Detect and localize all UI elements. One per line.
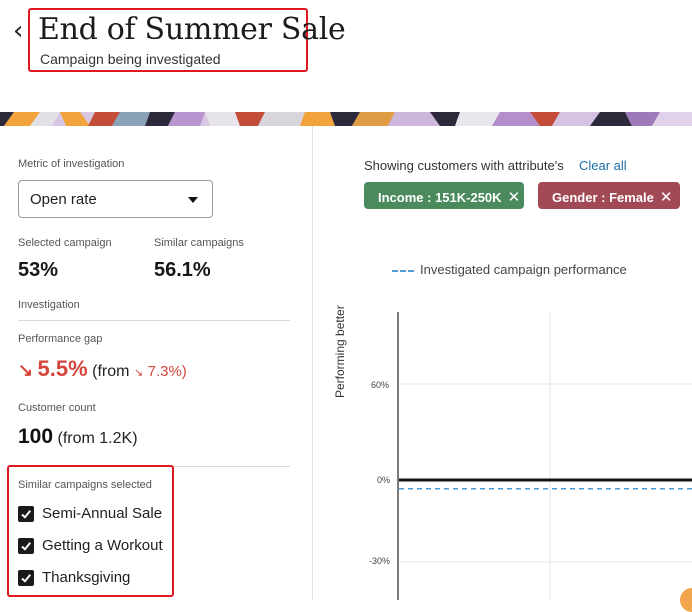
checkbox-checked-icon[interactable] bbox=[18, 538, 34, 554]
decorative-banner bbox=[0, 112, 692, 126]
trend-down-icon: ↘ bbox=[18, 360, 34, 380]
y-tick-label: 0% bbox=[377, 475, 391, 485]
checkbox-checked-icon[interactable] bbox=[18, 506, 34, 522]
similar-campaigns-label: Similar campaigns bbox=[154, 237, 244, 249]
page-subtitle: Campaign being investigated bbox=[40, 51, 221, 67]
chart-plot-area bbox=[399, 312, 692, 600]
similar-campaign-label: Getting a Workout bbox=[42, 537, 163, 554]
similar-selected-label: Similar campaigns selected bbox=[18, 479, 152, 491]
page-title: End of Summer Sale bbox=[38, 12, 346, 47]
back-chevron-icon[interactable]: ‹ bbox=[13, 18, 23, 44]
showing-attributes-text: Showing customers with attribute's bbox=[364, 158, 564, 173]
metric-dropdown[interactable]: Open rate bbox=[18, 180, 213, 218]
close-icon[interactable]: ✕ bbox=[660, 189, 673, 206]
customer-count-value: 100 bbox=[18, 425, 54, 448]
y-tick-label: 60% bbox=[371, 380, 390, 390]
close-icon[interactable]: ✕ bbox=[508, 189, 521, 206]
performance-gap-from-prefix: (from bbox=[92, 363, 130, 380]
legend-label: Investigated campaign performance bbox=[420, 262, 627, 277]
filter-chip-label: Income : 151K-250K bbox=[378, 190, 502, 205]
chevron-down-icon bbox=[188, 197, 198, 203]
selected-campaign-label: Selected campaign bbox=[18, 237, 112, 249]
metric-label: Metric of investigation bbox=[18, 158, 125, 170]
performance-gap-label: Performance gap bbox=[18, 333, 103, 345]
selected-campaign-value: 53% bbox=[18, 259, 59, 281]
trend-down-small-icon: ↘ bbox=[133, 367, 144, 379]
customer-count-label: Customer count bbox=[18, 402, 96, 414]
checkbox-checked-icon[interactable] bbox=[18, 570, 34, 586]
similar-campaigns-value: 56.1% bbox=[154, 259, 211, 281]
metric-dropdown-value: Open rate bbox=[30, 191, 97, 208]
y-tick-label: -30% bbox=[369, 556, 391, 566]
performance-gap-row: ↘ 5.5% (from ↘ 7.3%) bbox=[18, 356, 187, 382]
performance-gap-from-value: 7.3%) bbox=[147, 363, 187, 380]
section-divider bbox=[18, 320, 290, 321]
chart-legend: Investigated campaign performance bbox=[392, 262, 627, 277]
similar-campaign-label: Thanksgiving bbox=[42, 569, 131, 586]
filter-chip-gender[interactable]: Gender : Female ✕ bbox=[538, 182, 680, 209]
investigation-label: Investigation bbox=[18, 299, 80, 311]
clear-all-link[interactable]: Clear all bbox=[579, 158, 627, 173]
customer-count-row: 100 (from 1.2K) bbox=[18, 425, 138, 449]
legend-dashed-line-icon bbox=[392, 269, 414, 272]
panel-divider bbox=[312, 126, 313, 600]
similar-campaign-label: Semi-Annual Sale bbox=[42, 505, 163, 522]
performance-gap-value: 5.5% bbox=[37, 356, 88, 381]
customer-count-from: (from 1.2K) bbox=[57, 430, 138, 447]
y-axis-title: Performing better bbox=[333, 305, 347, 398]
filter-chip-income[interactable]: Income : 151K-250K ✕ bbox=[364, 182, 524, 209]
decorative-circle bbox=[680, 588, 692, 612]
filter-chip-label: Gender : Female bbox=[552, 190, 654, 205]
